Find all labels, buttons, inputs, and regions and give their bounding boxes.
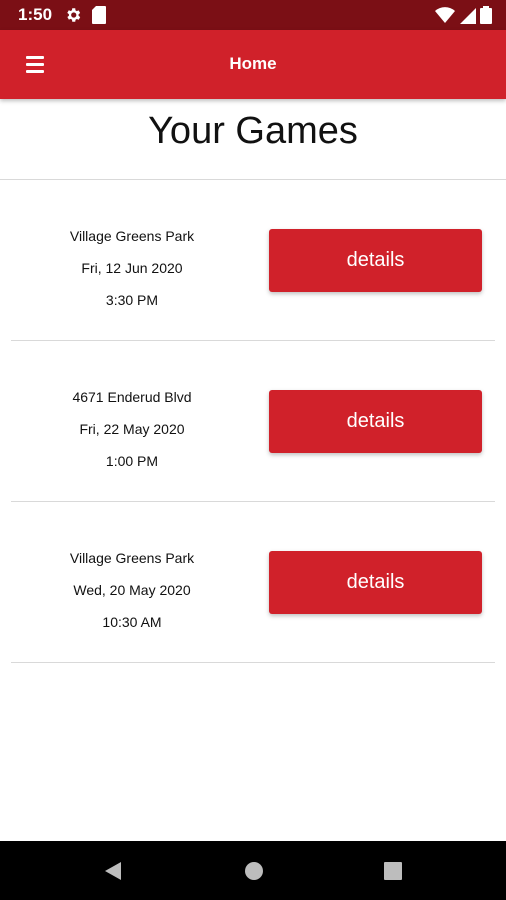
game-location: Village Greens Park [69,228,195,244]
home-icon[interactable] [242,859,266,883]
game-time: 3:30 PM [105,292,159,308]
back-icon[interactable] [101,859,125,883]
game-date: Fri, 12 Jun 2020 [81,260,183,276]
game-time: 1:00 PM [105,453,159,469]
signal-icon [459,8,476,24]
game-time: 10:30 AM [102,614,162,630]
status-right-icons [435,6,492,24]
details-button[interactable]: details [269,229,482,292]
game-info: Village Greens Park Wed, 20 May 2020 10:… [42,542,222,638]
sd-card-icon [92,6,106,24]
details-button[interactable]: details [269,551,482,614]
page-title: Your Games [148,110,358,152]
status-bar: 1:50 [0,0,506,30]
game-location: 4671 Enderud Blvd [72,389,192,405]
game-info: Village Greens Park Fri, 12 Jun 2020 3:3… [42,220,222,316]
game-info: 4671 Enderud Blvd Fri, 22 May 2020 1:00 … [42,381,222,477]
game-list-item: Village Greens Park Fri, 12 Jun 2020 3:3… [0,180,506,341]
game-location: Village Greens Park [69,550,195,566]
game-list: Village Greens Park Fri, 12 Jun 2020 3:3… [0,180,506,663]
recents-icon[interactable] [383,861,403,881]
status-time: 1:50 [18,5,53,24]
system-nav-bar [0,841,506,900]
app-bar-title: Home [229,54,277,73]
gear-icon [67,8,81,22]
battery-icon [480,6,492,24]
wifi-icon [435,7,456,23]
details-button[interactable]: details [269,390,482,453]
game-list-item: 4671 Enderud Blvd Fri, 22 May 2020 1:00 … [0,341,506,502]
game-date: Wed, 20 May 2020 [73,582,191,598]
game-date: Fri, 22 May 2020 [79,421,185,437]
app-bar: Home [0,30,506,99]
game-list-item: Village Greens Park Wed, 20 May 2020 10:… [0,502,506,663]
